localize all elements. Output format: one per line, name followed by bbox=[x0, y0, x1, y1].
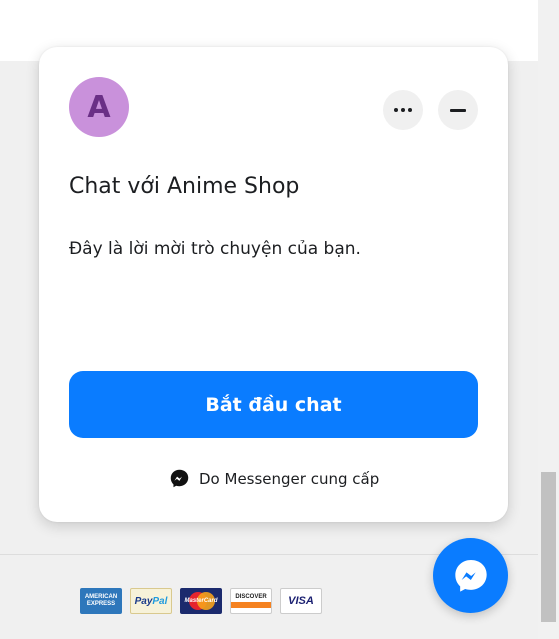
mastercard-logo: MasterCard bbox=[180, 588, 222, 614]
paypal-logo: Pay Pal bbox=[130, 588, 172, 614]
discover-text: DISCOVER bbox=[235, 594, 267, 600]
chat-invite-card: A Chat với Anime Shop Đây là lời mời trò… bbox=[39, 47, 508, 522]
paypal-text-pal: Pal bbox=[152, 595, 168, 607]
chat-title: Chat với Anime Shop bbox=[69, 174, 300, 199]
greeting-text: Đây là lời mời trò chuyện của bạn. bbox=[69, 239, 361, 259]
mastercard-text: MasterCard bbox=[184, 598, 218, 604]
powered-by-label: Do Messenger cung cấp bbox=[199, 469, 380, 488]
amex-text-line1: AMERICAN bbox=[84, 594, 118, 600]
discover-logo: DISCOVER bbox=[230, 588, 272, 614]
payment-methods: AMERICAN EXPRESS Pay Pal MasterCard DISCO… bbox=[80, 588, 322, 614]
more-options-button[interactable] bbox=[383, 90, 423, 130]
paypal-text-pay: Pay bbox=[134, 595, 153, 607]
messenger-icon bbox=[454, 559, 487, 592]
minus-icon bbox=[450, 108, 466, 112]
ellipsis-icon bbox=[394, 108, 412, 112]
shop-avatar: A bbox=[69, 77, 129, 137]
amex-text-line2: EXPRESS bbox=[86, 601, 116, 607]
visa-text: VISA bbox=[288, 595, 314, 607]
powered-by-messenger: Do Messenger cung cấp bbox=[169, 468, 379, 489]
visa-logo: VISA bbox=[280, 588, 322, 614]
messenger-chat-button[interactable] bbox=[433, 538, 508, 613]
start-chat-button[interactable]: Bắt đầu chat bbox=[69, 371, 478, 438]
minimize-button[interactable] bbox=[438, 90, 478, 130]
amex-logo: AMERICAN EXPRESS bbox=[80, 588, 122, 614]
messenger-icon bbox=[170, 469, 189, 488]
discover-stripe bbox=[231, 602, 271, 608]
scrollbar-thumb[interactable] bbox=[541, 472, 556, 622]
